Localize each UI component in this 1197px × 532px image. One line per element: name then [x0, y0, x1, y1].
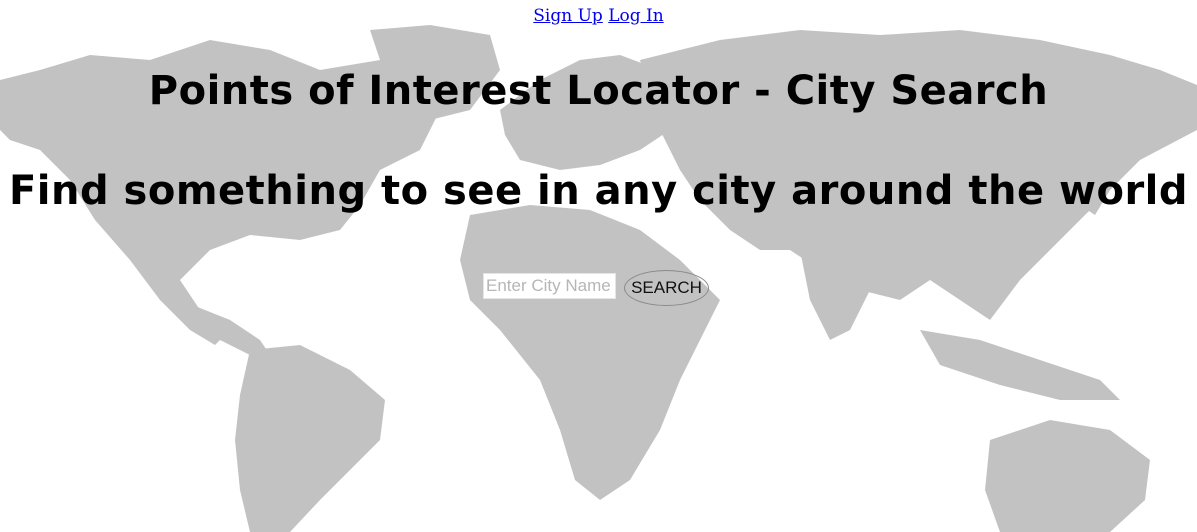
- signup-link[interactable]: Sign Up: [533, 6, 603, 26]
- page-title: Points of Interest Locator - City Search: [148, 68, 1049, 114]
- city-search-input[interactable]: [483, 273, 616, 299]
- page-subtitle: Find something to see in any city around…: [8, 168, 1189, 214]
- page-content: Sign Up Log In Points of Interest Locato…: [0, 0, 1197, 532]
- login-link[interactable]: Log In: [608, 6, 663, 26]
- city-search-form: SEARCH: [483, 266, 709, 306]
- auth-links: Sign Up Log In: [0, 6, 1197, 26]
- search-button[interactable]: SEARCH: [624, 270, 709, 306]
